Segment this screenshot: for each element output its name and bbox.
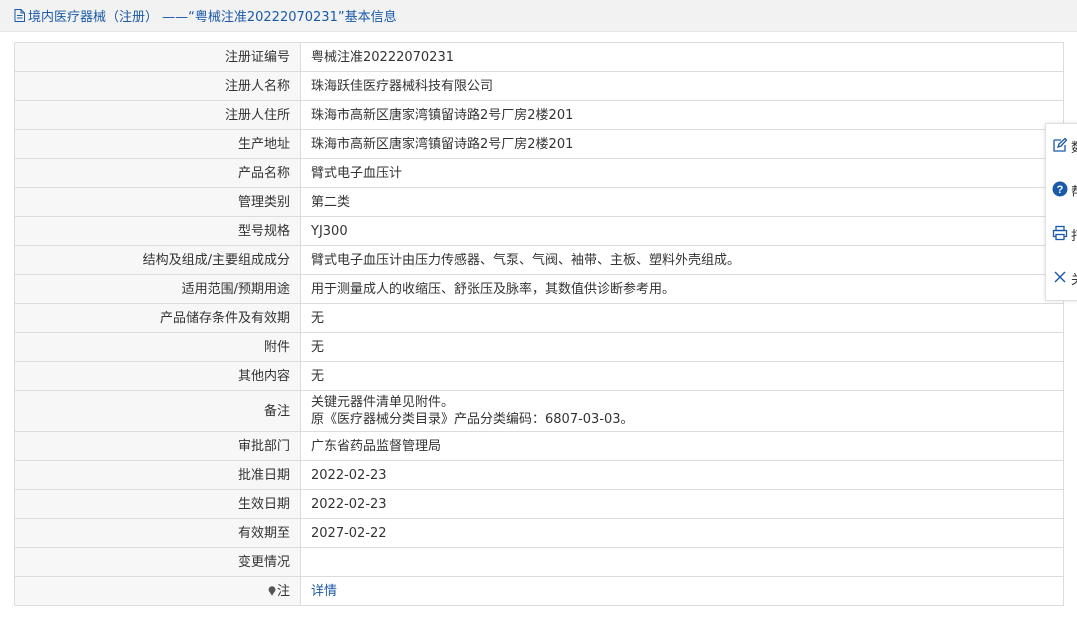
table-row: 生产地址 珠海市高新区唐家湾镇留诗路2号厂房2楼201	[14, 129, 1064, 159]
row-value: 无	[300, 332, 1064, 362]
row-label: 注册人名称	[14, 71, 301, 101]
table-row: 附件 无	[14, 332, 1064, 362]
row-label: 产品储存条件及有效期	[14, 303, 301, 333]
table-row: 注册人住所 珠海市高新区唐家湾镇留诗路2号厂房2楼201	[14, 100, 1064, 130]
document-icon	[14, 9, 25, 22]
remarks-line: 关键元器件清单见附件。	[311, 395, 455, 410]
row-value: YJ300	[300, 216, 1064, 246]
row-value: 无	[300, 361, 1064, 391]
row-value: 臂式电子血压计由压力传感器、气泵、气阀、袖带、主板、塑料外壳组成。	[300, 245, 1064, 275]
row-value: 2027-02-22	[300, 518, 1064, 548]
details-link[interactable]: 详情	[311, 584, 337, 599]
page-header: 境内医疗器械（注册） ——“粤械注准20222070231”基本信息	[0, 0, 1077, 32]
svg-text:?: ?	[1057, 184, 1064, 196]
remarks-line: 原《医疗器械分类目录》产品分类编码：6807-03-03。	[311, 412, 634, 427]
side-toolbar-label: 打	[1071, 225, 1077, 244]
side-toolbar: 数 ? 帮 打 关	[1045, 123, 1077, 301]
row-label: 注册证编号	[14, 42, 301, 72]
info-table: 注册证编号 粤械注准20222070231 注册人名称 珠海跃佳医疗器械科技有限…	[14, 42, 1064, 606]
row-value: 广东省药品监督管理局	[300, 431, 1064, 461]
row-label: 注册人住所	[14, 100, 301, 130]
side-toolbar-item-help[interactable]: ? 帮	[1046, 168, 1077, 212]
table-row: 注册证编号 粤械注准20222070231	[14, 42, 1064, 72]
table-row: 批准日期 2022-02-23	[14, 460, 1064, 490]
row-label: 生产地址	[14, 129, 301, 159]
row-value: 2022-02-23	[300, 460, 1064, 490]
remarks-value: 关键元器件清单见附件。 原《医疗器械分类目录》产品分类编码：6807-03-03…	[300, 390, 1064, 432]
row-label: 审批部门	[14, 431, 301, 461]
side-toolbar-label: 关	[1071, 269, 1077, 288]
row-value: 2022-02-23	[300, 489, 1064, 519]
note-label-cell: 注	[14, 576, 301, 606]
table-row: 适用范围/预期用途 用于测量成人的收缩压、舒张压及脉率，其数值供诊断参考用。	[14, 274, 1064, 304]
table-row: 注册人名称 珠海跃佳医疗器械科技有限公司	[14, 71, 1064, 101]
row-label: 结构及组成/主要组成成分	[14, 245, 301, 275]
row-value: 珠海市高新区唐家湾镇留诗路2号厂房2楼201	[300, 100, 1064, 130]
table-row-remarks: 备注 关键元器件清单见附件。 原《医疗器械分类目录》产品分类编码：6807-03…	[14, 390, 1064, 432]
table-row: 产品储存条件及有效期 无	[14, 303, 1064, 333]
table-row: 型号规格 YJ300	[14, 216, 1064, 246]
print-icon	[1052, 225, 1068, 241]
row-label: 型号规格	[14, 216, 301, 246]
row-value: 珠海跃佳医疗器械科技有限公司	[300, 71, 1064, 101]
table-row: 审批部门 广东省药品监督管理局	[14, 431, 1064, 461]
row-label: 生效日期	[14, 489, 301, 519]
row-value: 第二类	[300, 187, 1064, 217]
side-toolbar-item-close[interactable]: 关	[1046, 256, 1077, 300]
table-row: 其他内容 无	[14, 361, 1064, 391]
row-label: 有效期至	[14, 518, 301, 548]
row-label: 产品名称	[14, 158, 301, 188]
table-row-note: 注 详情	[14, 576, 1064, 606]
row-label: 批准日期	[14, 460, 301, 490]
side-toolbar-label: 帮	[1071, 181, 1077, 200]
row-value: 臂式电子血压计	[300, 158, 1064, 188]
row-value: 粤械注准20222070231	[300, 42, 1064, 72]
row-label: 管理类别	[14, 187, 301, 217]
side-toolbar-item-edit[interactable]: 数	[1046, 124, 1077, 168]
side-toolbar-item-print[interactable]: 打	[1046, 212, 1077, 256]
table-row: 结构及组成/主要组成成分 臂式电子血压计由压力传感器、气泵、气阀、袖带、主板、塑…	[14, 245, 1064, 275]
row-label: 其他内容	[14, 361, 301, 391]
row-label: 备注	[14, 390, 301, 432]
row-value: 无	[300, 303, 1064, 333]
note-value: 详情	[300, 576, 1064, 606]
page-title: 境内医疗器械（注册） ——“粤械注准20222070231”基本信息	[28, 10, 397, 25]
note-label: 注	[276, 583, 290, 599]
table-row: 产品名称 臂式电子血压计	[14, 158, 1064, 188]
row-label: 适用范围/预期用途	[14, 274, 301, 304]
table-row: 生效日期 2022-02-23	[14, 489, 1064, 519]
help-icon: ?	[1052, 181, 1068, 197]
table-row: 变更情况	[14, 547, 1064, 577]
pin-icon	[268, 585, 276, 596]
table-row: 管理类别 第二类	[14, 187, 1064, 217]
row-value: 用于测量成人的收缩压、舒张压及脉率，其数值供诊断参考用。	[300, 274, 1064, 304]
row-label: 附件	[14, 332, 301, 362]
edit-icon	[1053, 137, 1068, 152]
row-label: 变更情况	[14, 547, 301, 577]
close-icon	[1054, 271, 1066, 283]
row-value: 珠海市高新区唐家湾镇留诗路2号厂房2楼201	[300, 129, 1064, 159]
table-row: 有效期至 2027-02-22	[14, 518, 1064, 548]
side-toolbar-label: 数	[1071, 137, 1077, 156]
row-value	[300, 547, 1064, 577]
